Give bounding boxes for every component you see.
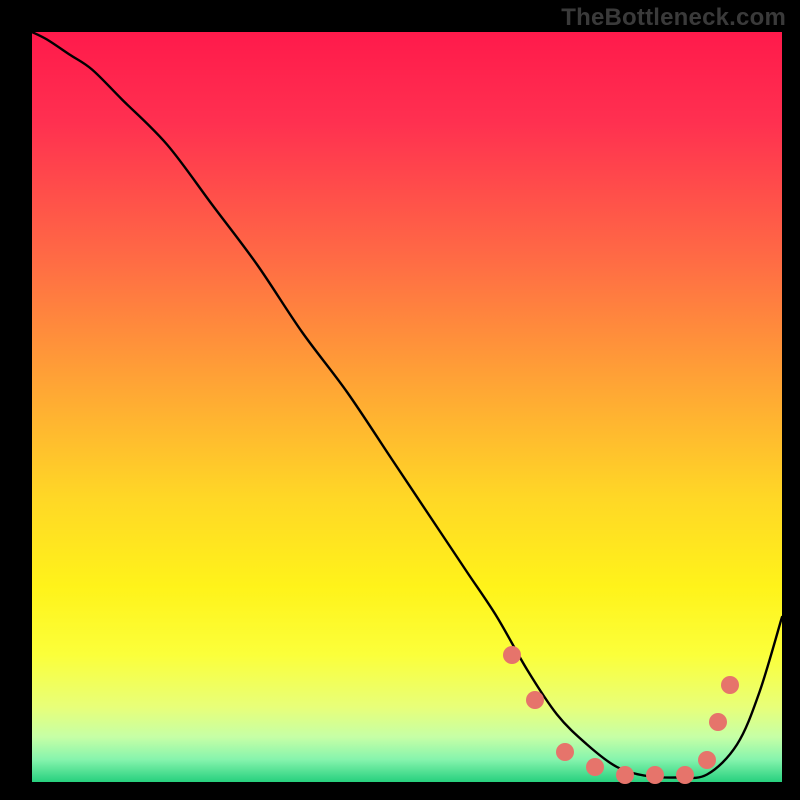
optimum-marker [646,766,664,784]
optimum-marker [721,676,739,694]
chart-frame: TheBottleneck.com [0,0,800,800]
optimum-marker [526,691,544,709]
bottleneck-curve [32,32,782,782]
plot-area [32,32,782,782]
optimum-marker [556,743,574,761]
optimum-marker [698,751,716,769]
optimum-marker [586,758,604,776]
optimum-marker [676,766,694,784]
optimum-marker [709,713,727,731]
optimum-marker [503,646,521,664]
optimum-marker [616,766,634,784]
watermark-text: TheBottleneck.com [561,4,786,32]
